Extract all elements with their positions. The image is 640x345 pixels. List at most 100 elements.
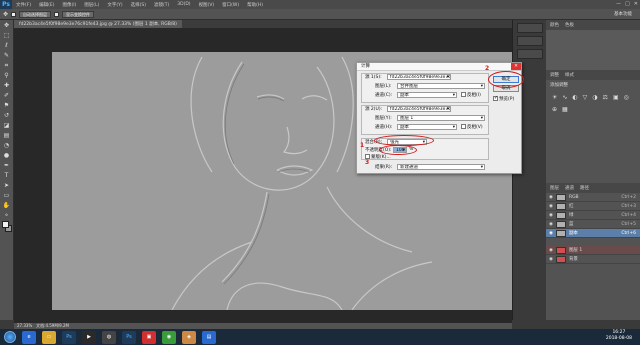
- auto-select-button[interactable]: 自动选择图层: [19, 10, 52, 18]
- bw-icon[interactable]: ▣: [613, 94, 619, 101]
- menu-view[interactable]: 视图(V): [195, 2, 219, 8]
- marquee-tool-icon[interactable]: ⬚: [2, 32, 11, 40]
- show-transform-button[interactable]: 显示变换控件: [62, 10, 95, 18]
- menu-3d[interactable]: 3D(D): [173, 2, 194, 7]
- eye-icon[interactable]: ◉: [549, 204, 553, 209]
- menu-image[interactable]: 图像(I): [58, 2, 80, 8]
- source2-channel-select[interactable]: 副本: [397, 124, 457, 130]
- maximize-icon[interactable]: □: [625, 1, 630, 7]
- hand-tool-icon[interactable]: ✋: [2, 202, 11, 210]
- source1-select[interactable]: fd22b3ac4e5f0f98e9e3e76c91fe43...: [387, 74, 451, 80]
- tab-paths[interactable]: 路径: [580, 185, 589, 191]
- menu-edit[interactable]: 编辑(E): [35, 2, 58, 8]
- app-icon-3[interactable]: ◈: [182, 330, 196, 344]
- start-button[interactable]: [4, 331, 16, 343]
- healing-tool-icon[interactable]: ✚: [2, 82, 11, 90]
- preview-checkbox[interactable]: [493, 95, 498, 101]
- app-icon[interactable]: ◍: [102, 330, 116, 344]
- workspace-label[interactable]: 基本功能: [614, 11, 632, 17]
- channel-row-red[interactable]: ◉ 红 Ctrl+3: [546, 202, 640, 211]
- menu-layer[interactable]: 图层(L): [80, 2, 103, 8]
- dodge-tool-icon[interactable]: ●: [2, 152, 11, 160]
- auto-select-checkbox[interactable]: [11, 11, 17, 17]
- gradient-tool-icon[interactable]: ▤: [2, 132, 11, 140]
- chrome-icon[interactable]: ◉: [162, 330, 176, 344]
- hue-icon[interactable]: ◑: [592, 94, 597, 101]
- source2-layer-select[interactable]: 图层 1: [397, 115, 485, 121]
- menu-select[interactable]: 选择(S): [127, 2, 150, 8]
- tab-adjustments[interactable]: 调整: [550, 72, 559, 78]
- blur-tool-icon[interactable]: ◔: [2, 142, 11, 150]
- layer-row-layer1[interactable]: ◉ 图层 1: [546, 246, 640, 255]
- move-tool-icon[interactable]: ✥: [2, 22, 11, 30]
- vibrance-icon[interactable]: ▽: [583, 94, 588, 101]
- brightness-icon[interactable]: ☀: [552, 94, 557, 101]
- shape-tool-icon[interactable]: ▭: [2, 192, 11, 200]
- eye-icon[interactable]: ◉: [549, 213, 553, 218]
- eraser-tool-icon[interactable]: ◪: [2, 122, 11, 130]
- tab-layers[interactable]: 图层: [550, 185, 559, 191]
- menu-file[interactable]: 文件(F): [12, 2, 35, 8]
- balance-icon[interactable]: ⚖: [603, 94, 608, 101]
- menu-help[interactable]: 帮助(H): [243, 2, 267, 8]
- invert1-checkbox[interactable]: [461, 92, 466, 97]
- source2-select[interactable]: fd22b3ac4e5f0f98e9e3e76c91fe43...: [387, 106, 451, 112]
- eye-icon[interactable]: ◉: [549, 231, 553, 236]
- lasso-tool-icon[interactable]: ℓ: [2, 42, 11, 50]
- menu-filter[interactable]: 滤镜(T): [150, 2, 173, 8]
- exposure-icon[interactable]: ◐: [572, 94, 577, 101]
- tab-swatches[interactable]: 色板: [565, 22, 574, 28]
- path-select-icon[interactable]: ➤: [2, 182, 11, 190]
- history-brush-icon[interactable]: ↺: [2, 112, 11, 120]
- tab-channels[interactable]: 通道: [565, 185, 574, 191]
- crop-tool-icon[interactable]: ⌗: [2, 62, 11, 70]
- source1-layer-select[interactable]: 合并图层: [397, 83, 485, 89]
- zoom-level[interactable]: 27.33%: [17, 323, 32, 328]
- document-tab[interactable]: fd22b3ac4e5f0f98e9e3e76c91fe43.jpg @ 27.…: [14, 20, 182, 28]
- dialog-close-icon[interactable]: ✕: [511, 63, 521, 70]
- eye-icon[interactable]: ◉: [549, 222, 553, 227]
- layer-row-background[interactable]: ◉ 背景: [546, 255, 640, 264]
- quick-select-tool-icon[interactable]: ✎: [2, 52, 11, 60]
- invert2-checkbox[interactable]: [461, 124, 466, 129]
- eye-icon[interactable]: ◉: [549, 248, 553, 253]
- minimize-icon[interactable]: —: [616, 1, 621, 7]
- channel-row-blue[interactable]: ◉ 蓝 Ctrl+5: [546, 220, 640, 229]
- history-panel-button[interactable]: [517, 23, 543, 33]
- menu-type[interactable]: 文字(Y): [103, 2, 126, 8]
- photoshop-taskbar-icon-2[interactable]: Ps: [122, 330, 136, 344]
- tab-color[interactable]: 颜色: [550, 22, 559, 28]
- app-icon-2[interactable]: ▣: [142, 330, 156, 344]
- taskbar-clock[interactable]: 16:27 2018-08-08: [606, 330, 632, 342]
- tab-styles[interactable]: 样式: [565, 72, 574, 78]
- menu-window[interactable]: 窗口(W): [218, 2, 243, 8]
- color-panel[interactable]: [546, 30, 640, 70]
- close-icon[interactable]: ✕: [634, 1, 638, 7]
- explorer-icon[interactable]: ▭: [42, 330, 56, 344]
- info-panel-button[interactable]: [517, 49, 543, 59]
- eye-icon[interactable]: ◉: [549, 257, 553, 262]
- channel-row-green[interactable]: ◉ 绿 Ctrl+4: [546, 211, 640, 220]
- brush-tool-icon[interactable]: ✐: [2, 92, 11, 100]
- show-transform-checkbox[interactable]: [54, 11, 60, 17]
- ie-icon[interactable]: e: [22, 330, 36, 344]
- lookup-icon[interactable]: ▦: [562, 106, 568, 113]
- photo-filter-icon[interactable]: ◎: [624, 94, 629, 101]
- stamp-tool-icon[interactable]: ⚑: [2, 102, 11, 110]
- source1-channel-select[interactable]: 副本: [397, 92, 457, 98]
- zoom-tool-icon[interactable]: ⚬: [2, 212, 11, 220]
- channel-row-copy[interactable]: ◉ 副本 Ctrl+6: [546, 229, 640, 238]
- channel-row-rgb[interactable]: ◉ RGB Ctrl+2: [546, 193, 640, 202]
- media-icon[interactable]: ▶: [82, 330, 96, 344]
- eye-icon[interactable]: ◉: [549, 195, 553, 200]
- curves-icon[interactable]: ∿: [562, 94, 567, 101]
- app-icon-4[interactable]: ▤: [202, 330, 216, 344]
- properties-panel-button[interactable]: [517, 36, 543, 46]
- mixer-icon[interactable]: ⊕: [552, 106, 557, 113]
- type-tool-icon[interactable]: T: [2, 172, 11, 180]
- eyedropper-tool-icon[interactable]: ⚲: [2, 72, 11, 80]
- foreground-color-swatch[interactable]: [2, 221, 9, 228]
- photoshop-taskbar-icon[interactable]: Ps: [62, 330, 76, 344]
- pen-tool-icon[interactable]: ✒: [2, 162, 11, 170]
- result-select[interactable]: 新建通道: [397, 164, 485, 170]
